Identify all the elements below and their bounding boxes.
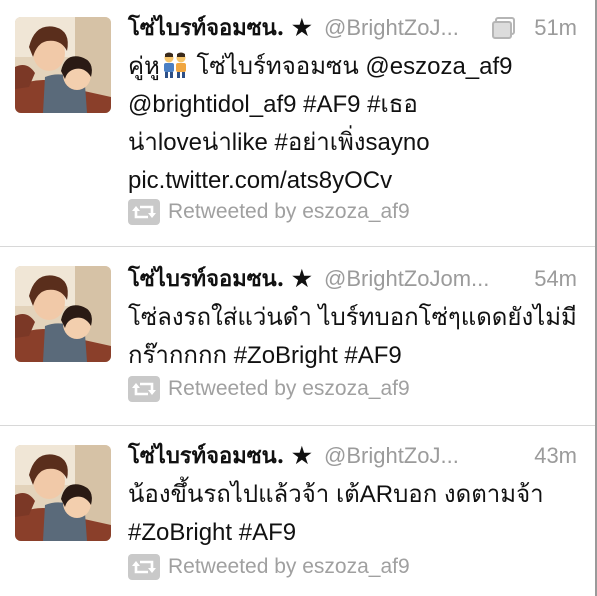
author-handle[interactable]: @BrightZoJ... [324,12,489,44]
tweet-header: โซ่ไบรท์จอมซน. ★ @BrightZoJom... 54m [128,263,577,295]
author-handle[interactable]: @BrightZoJom... [324,263,519,295]
tweet-timestamp: 51m [534,15,577,40]
author-name[interactable]: โซ่ไบรท์จอมซน. ★ [128,12,312,44]
tweet-timeline: โซ่ไบรท์จอมซน. ★ @BrightZoJ... 51m คู่หู [0,0,597,596]
tweet-text-line: #ZoBright #AF9 [128,519,297,546]
tweet-text-segment: คู่หู [128,53,160,80]
retweet-icon [128,554,160,580]
avatar[interactable] [15,17,111,113]
avatar-photo-icon [15,17,111,113]
tweet-text-line: น่าloveน่าlike #อย่าเพิ่งsayno [128,129,430,156]
tweet-header: โซ่ไบรท์จอมซน. ★ @BrightZoJ... 51m [128,12,577,44]
tweet-timestamp: 54m [534,266,577,291]
retweet-icon [128,199,160,225]
couple-emoji-icon [163,52,186,78]
tweet-header: โซ่ไบรท์จอมซน. ★ @BrightZoJ... 43m [128,440,577,472]
avatar-photo-icon [15,266,111,362]
author-name[interactable]: โซ่ไบรท์จอมซน. ★ [128,263,312,295]
avatar[interactable] [15,266,111,362]
tweet-3[interactable]: โซ่ไบรท์จอมซน. ★ @BrightZoJ... 43m น้องข… [0,426,597,596]
retweet-icon [128,376,160,402]
tweet-text-line: @brightidol_af9 #AF9 #เธอ [128,91,418,118]
author-name[interactable]: โซ่ไบรท์จอมซน. ★ [128,440,312,472]
tweet-1[interactable]: โซ่ไบรท์จอมซน. ★ @BrightZoJ... 51m คู่หู [0,0,597,246]
tweet-text: น้องขึ้นรถไปแล้วจ้า เต้ARบอก งดตามจ้า #Z… [128,476,583,552]
media-attachment-icon [492,17,515,39]
avatar-photo-icon [15,445,111,541]
retweeted-by-label[interactable]: Retweeted by eszoza_af9 [168,197,410,227]
tweet-link[interactable]: pic.twitter.com/ats8yOCv [128,162,583,200]
tweet-text: คู่หู โซ่ไบร์ทจอมซน @eszoza_af9 @brighti… [128,48,583,200]
tweet-2[interactable]: โซ่ไบรท์จอมซน. ★ @BrightZoJom... 54m โซ่… [0,247,597,425]
tweet-text-segment: โซ่ไบร์ทจอมซน @eszoza_af9 [189,53,513,80]
tweet-timestamp: 43m [534,443,577,468]
tweet-text-line: โซ่ลงรถใส่แว่นดำ ไบร์ทบอกโซ่ๆแดดยังไม่มี [128,304,577,331]
tweet-text: โซ่ลงรถใส่แว่นดำ ไบร์ทบอกโซ่ๆแดดยังไม่มี… [128,299,583,375]
tweet-text-line: กร๊ากกกก #ZoBright #AF9 [128,342,402,369]
retweeted-by-label[interactable]: Retweeted by eszoza_af9 [168,374,410,404]
tweet-text-line: คู่หู โซ่ไบร์ทจอมซน @eszoza_af9 [128,48,583,86]
retweeted-by-label[interactable]: Retweeted by eszoza_af9 [168,552,410,582]
tweet-text-line: น้องขึ้นรถไปแล้วจ้า เต้ARบอก งดตามจ้า [128,481,544,508]
avatar[interactable] [15,445,111,541]
author-handle[interactable]: @BrightZoJ... [324,440,519,472]
